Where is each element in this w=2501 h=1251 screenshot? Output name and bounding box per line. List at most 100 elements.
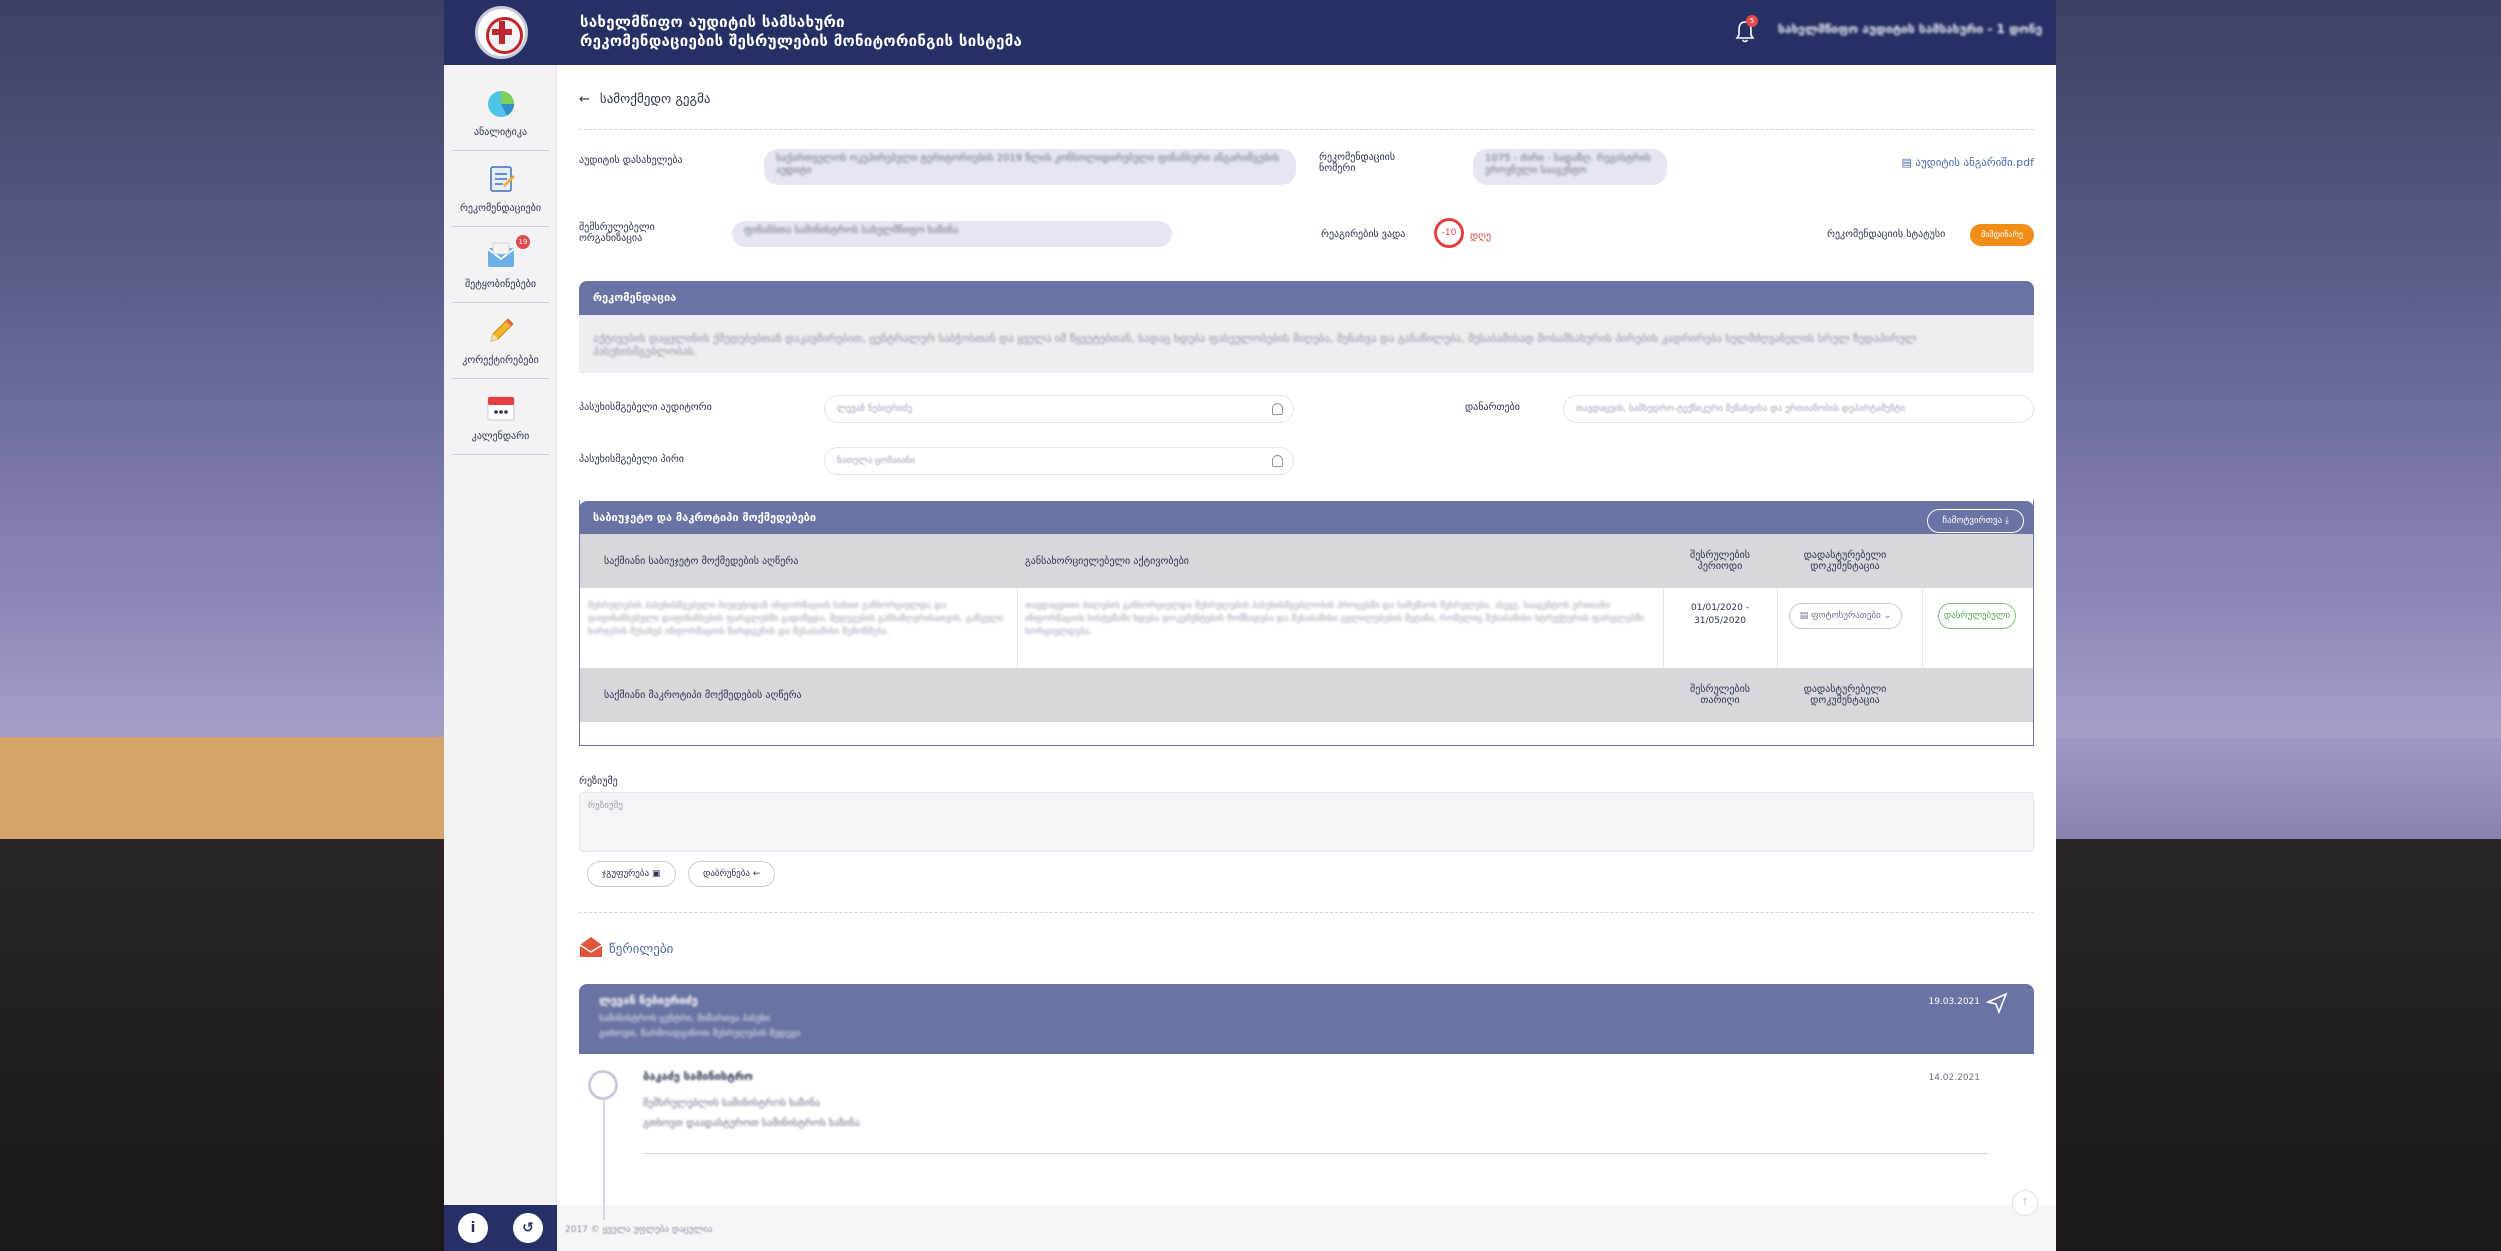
messages-mail-icon (487, 242, 515, 267)
sidebar-item-label: ანალიტიკა (473, 127, 528, 138)
sidebar-item-calendar[interactable]: კალენდარი (452, 379, 549, 455)
app-title: სახელმწიფო აუდიტის სამსახური რეკომენდაცი… (580, 13, 1022, 51)
comment-textarea[interactable]: რეზიუმე (579, 792, 2034, 852)
pencil-icon (490, 318, 514, 342)
reply-date: 14.02.2021 (1928, 1073, 1980, 1083)
th-activities: განსახორციელებელი აქტივობები (1025, 555, 1189, 567)
status-label: რეკომენდაციის სტატუსი (1827, 229, 1946, 240)
row-budget-desc: შესრულების პასუხისმგებელი ბიუჯეტიდან ინფ… (588, 601, 1004, 637)
notification-badge: 5 (1746, 15, 1758, 27)
rec-number-label: რეკომენდაციის ნომერი (1319, 152, 1396, 174)
documents-chip[interactable]: ▤ ფოტოსურათები ⌄ (1789, 603, 1902, 629)
audit-name-value: საქართველოს ოკუპირებული ტერიტორიების 201… (764, 149, 1296, 185)
sidebar-item-label: კალენდარი (471, 431, 530, 442)
arrow-left-icon: ← (579, 92, 590, 107)
th-period: შესრულების პერიოდი (1690, 550, 1750, 572)
messages-count-badge: 19 (516, 235, 530, 249)
table-row: შესრულების პასუხისმგებელი ბიუჯეტიდან ინფ… (580, 588, 2033, 668)
table-header: საქმიანი საბიუჯეტო მოქმედების აღწერა გან… (580, 534, 2033, 588)
th-budget-desc: საქმიანი საბიუჯეტო მოქმედების აღწერა (604, 555, 799, 567)
send-icon[interactable] (1986, 992, 2008, 1014)
footer: 2017 © ყველა უფლება დაცულია (557, 1205, 2056, 1251)
attachments-label: დანართები (1465, 402, 1520, 413)
attachments-field[interactable]: თავდაცვის, სამხედრო-ტექნიკური შენახვისა … (1563, 395, 2034, 423)
th-docs: დადასტურებელი დოკუმენტაცია (1803, 550, 1887, 572)
rec-number-value: 1075 - ძირი - სადაზღ. რეგისტრის ეროვნული… (1473, 149, 1667, 185)
recommendation-text: აქტივების დაყვლინის ქმედებებთან დაკავშირ… (579, 315, 2034, 373)
sidebar-item-label: კორექტირებები (462, 355, 539, 366)
audit-report-pdf-link[interactable]: ▤ აუდიტის ანგარიში.pdf (1901, 156, 2034, 169)
th-docs-2: დადასტურებელი დოკუმენტაცია (1803, 684, 1887, 706)
message-line1: სამინისტროს ცენტრი, მიმართვა პასუხი (599, 1014, 771, 1024)
audit-logo-icon[interactable] (475, 6, 528, 59)
responsible-auditor-field[interactable]: ლევან ნებიერიძე (824, 395, 1294, 423)
back-label: სამოქმედო გეგმა (599, 92, 711, 107)
message-line2: გთხოვთ, წარმოადგინოთ შესრულების შედეგი (599, 1029, 801, 1039)
recommendations-doc-icon (490, 166, 515, 192)
reply-avatar (588, 1070, 618, 1100)
file-icon: ▤ (1901, 156, 1912, 169)
recommendation-header: რეკომენდაცია (579, 281, 2034, 315)
reply-line2: გთხოვთ დაადასტუროთ სამინისტროს ხაზინა (643, 1118, 860, 1129)
message-card[interactable]: ლევან ნებიერიძე სამინისტროს ცენტრი, მიმა… (579, 984, 2034, 1054)
letters-title: წერილები (609, 942, 674, 957)
user-icon (1272, 403, 1283, 415)
divider (579, 912, 2034, 913)
actions-table: საქმიანი საბიუჯეტო მოქმედების აღწერა გან… (579, 500, 2034, 746)
analytics-pie-icon (488, 91, 514, 117)
scroll-top-icon[interactable]: ↑ (2012, 1190, 2038, 1216)
message-date: 19.03.2021 (1928, 997, 1980, 1007)
logout-icon[interactable]: ↺ (513, 1213, 543, 1243)
calendar-icon (487, 396, 515, 421)
user-icon (1272, 455, 1283, 467)
status-chip[interactable]: დასრულებული (1938, 603, 2016, 629)
app-title-line2: რეკომენდაციების შესრულების მონიტორინგის … (580, 32, 1023, 50)
status-badge: მიმდინარე (1970, 224, 2034, 246)
reply-line1: შემსრულებლის სამინისტროს ხაზინა (643, 1098, 820, 1109)
audit-name-label: აუდიტის დასახელება (579, 155, 683, 166)
responsible-auditor-label: პასუხისმგებელი აუდიტორი (579, 402, 712, 413)
group-button[interactable]: ჯგუფურება ▣ (587, 861, 676, 887)
row-activities: თავდაცვითი ძალების განხორციელდა შესრულებ… (1025, 601, 1645, 637)
info-icon[interactable]: i (458, 1213, 488, 1243)
background-right-band (2056, 737, 2501, 839)
responsible-org-label: შემსრულებელი ორგანიზაცია (579, 222, 655, 244)
alarm-clock-icon: -10 (1434, 218, 1464, 248)
reply-sender: ბაკაძე სამინისტრო (643, 1070, 753, 1083)
top-header: სახელმწიფო აუდიტის სამსახური რეკომენდაცი… (444, 0, 2056, 65)
envelope-icon (579, 937, 603, 957)
footer-copyright: 2017 © ყველა უფლება დაცულია (565, 1225, 713, 1235)
deadline-label: რეაგირების ვადა (1321, 229, 1406, 240)
divider (643, 1153, 1988, 1154)
sidebar-bottom-bar: i ↺ (444, 1205, 557, 1251)
th-date: შესრულების თარიღი (1690, 684, 1750, 706)
sidebar-item-label: შეტყობინებები (464, 279, 537, 290)
divider (579, 129, 2034, 130)
background-sand-band (0, 737, 444, 839)
sidebar-item-messages[interactable]: 19 შეტყობინებები (452, 227, 549, 303)
chevron-down-icon: ⌄ (1883, 611, 1892, 621)
app-title-line1: სახელმწიფო აუდიტის სამსახური (580, 13, 845, 31)
sidebar: ანალიტიკა რეკომენდაციები 19 შეტყობინებებ… (444, 65, 557, 1205)
sidebar-item-recommendations[interactable]: რეკომენდაციები (452, 151, 549, 227)
table-header-2: საქმიანი მაკროტიპი მოქმედების აღწერა შეს… (580, 668, 2033, 722)
sidebar-item-label: რეკომენდაციები (459, 203, 542, 214)
deadline-unit: დღე (1470, 231, 1492, 242)
back-link[interactable]: ← სამოქმედო გეგმა (579, 92, 710, 107)
thread-line (603, 1100, 605, 1220)
save-icon: ▣ (651, 869, 661, 879)
comment-label: რეზიუმე (579, 776, 618, 787)
doc-icon: ▤ (1799, 611, 1809, 621)
responsible-person-label: პასუხისმგებელი პირი (579, 454, 684, 465)
return-button[interactable]: დაბრუნება ← (688, 861, 776, 887)
arrow-left-icon: ← (752, 869, 761, 879)
row-period: 01/01/2020 - 31/05/2020 (1691, 603, 1749, 626)
message-sender: ლევან ნებიერიძე (599, 994, 698, 1007)
app-window: სახელმწიფო აუდიტის სამსახური რეკომენდაცი… (444, 0, 2056, 1251)
responsible-person-field[interactable]: ნათელა ცომაიანი (824, 447, 1294, 475)
user-name[interactable]: სახელმწიფო აუდიტის სამსახური - 1 დონე (1778, 22, 2042, 36)
th-macro-desc: საქმიანი მაკროტიპი მოქმედების აღწერა (604, 689, 802, 701)
sidebar-item-analytics[interactable]: ანალიტიკა (452, 75, 549, 151)
sidebar-item-corrections[interactable]: კორექტირებები (452, 303, 549, 379)
responsible-org-value: ფინანსთა სამინისტროს სახელმწიფო ხაზინა (732, 221, 1172, 247)
